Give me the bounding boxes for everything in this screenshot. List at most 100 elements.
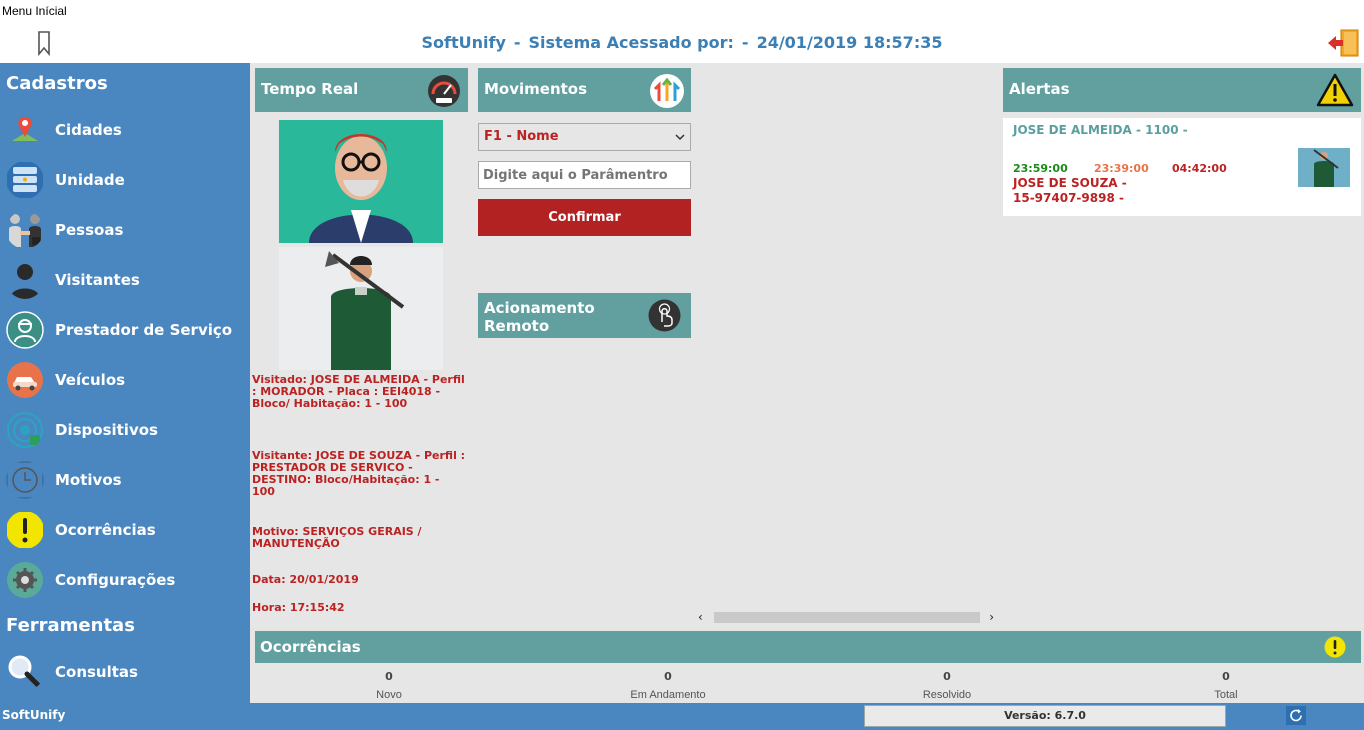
alert-time-red: 04:42:00 [1172,162,1227,175]
car-icon [7,362,43,398]
refresh-icon[interactable] [1286,706,1306,725]
sidebar-item-prestador[interactable]: Prestador de Serviço [6,309,246,351]
sidebar-item-motivos[interactable]: Motivos [6,459,246,501]
alertas-header: Alertas [1003,68,1361,112]
stat-value: 0 [664,670,672,683]
alert-icon [7,512,43,548]
movements-icon[interactable] [649,73,685,109]
sidebar-item-unidade[interactable]: Unidade [6,159,246,201]
sidebar-item-veiculos[interactable]: Veículos [6,359,246,401]
stat-novo: 0 Novo [309,670,469,701]
ocorrencias-header: Ocorrências [255,631,1361,663]
scrollbar-thumb[interactable] [714,612,980,623]
sidebar-item-label: Visitantes [55,271,140,289]
alertas-title: Alertas [1009,80,1070,98]
device-icon [7,412,43,448]
exit-icon[interactable] [1326,28,1360,58]
header-datetime: 24/01/2019 18:57:35 [756,33,943,52]
movimentos-header: Movimentos [478,68,691,112]
version-label: Versão: 6.7.0 [864,705,1226,727]
header-user: - [741,33,749,52]
sidebar-item-ocorrencias[interactable]: Ocorrências [6,509,246,551]
alert-visitor: JOSE DE SOUZA - 15-97407-9898 - [1013,176,1127,206]
tempo-real-header: Tempo Real [255,68,468,112]
building-icon [7,162,43,198]
stat-value: 0 [385,670,393,683]
alert-time-green: 23:59:00 [1013,162,1068,175]
alert-icon [1324,636,1346,658]
bookmark-icon[interactable] [36,30,52,56]
search-field-select[interactable]: F1 - Nome [478,123,691,151]
confirm-button[interactable]: Confirmar [478,199,691,236]
acionamento-title: Acionamento Remoto [484,299,595,335]
sidebar-item-label: Unidade [55,171,125,189]
visited-person-photo [279,120,443,243]
header-app-name: SoftUnify [421,33,506,52]
stat-resolvido: 0 Resolvido [867,670,1027,701]
sidebar-item-visitantes[interactable]: Visitantes [6,259,246,301]
gear-icon [7,562,43,598]
hora-info: Hora: 17:15:42 [252,601,345,614]
alert-name: JOSE DE ALMEIDA - 1100 - [1013,123,1188,137]
warning-icon [1316,73,1354,107]
alert-visitor-phone: 15-97407-9898 - [1013,191,1124,205]
acionamento-header: Acionamento Remoto [478,293,691,338]
stat-value: 0 [1222,670,1230,683]
window-title: Menu Inícial [2,4,67,18]
stat-total: 0 Total [1146,670,1306,701]
sidebar-item-label: Configurações [55,571,176,589]
status-app-name: SoftUnify [2,708,66,722]
map-pin-icon [7,112,43,148]
handshake-icon [9,214,41,247]
clock-icon [6,461,44,499]
stat-label: Total [1214,689,1238,701]
sidebar-item-label: Prestador de Serviço [55,321,233,339]
sidebar-item-label: Dispositivos [55,421,158,439]
ocorrencias-title: Ocorrências [260,638,361,656]
sidebar-item-cidades[interactable]: Cidades [6,109,246,151]
scroll-right-icon[interactable]: › [989,610,994,624]
stat-label: Em Andamento [630,689,706,701]
search-field-value: F1 - Nome [484,129,559,144]
header-title: SoftUnify - Sistema Acessado por: -24/01/20… [250,33,1114,52]
person-icon [10,264,40,299]
parameter-input[interactable] [478,161,691,189]
visitado-info: Visitado: JOSE DE ALMEIDA - Perfil : MOR… [252,373,465,410]
sidebar-item-label: Pessoas [55,221,124,239]
stat-label: Novo [376,689,402,701]
alert-visitor-photo [1298,148,1350,187]
worker-icon [6,311,44,349]
sidebar-heading-ferramentas: Ferramentas [6,615,135,636]
horizontal-scrollbar[interactable]: ‹ › [696,609,998,626]
sidebar-item-dispositivos[interactable]: Dispositivos [6,409,246,451]
sidebar: Cadastros Cidades Unidade Pessoas Visita… [0,63,250,703]
scroll-left-icon[interactable]: ‹ [698,610,703,624]
visitante-info: Visitante: JOSE DE SOUZA - Perfil : PRES… [252,449,466,498]
sidebar-item-configuracoes[interactable]: Configurações [6,559,246,601]
sidebar-item-label: Veículos [55,371,126,389]
sidebar-item-label: Motivos [55,471,122,489]
acionamento-title-line1: Acionamento [484,299,595,317]
speedometer-icon[interactable] [427,74,461,108]
visitor-person-photo [279,247,443,370]
sidebar-item-consultas[interactable]: Consultas [6,651,246,693]
main-area: Tempo Real Visitado: JOSE DE ALMEIDA - P… [250,63,1364,703]
touch-icon[interactable] [648,299,681,332]
sidebar-item-label: Ocorrências [55,521,156,539]
magnifier-icon [8,655,44,691]
header-access-text: Sistema Acessado por: [528,33,734,52]
tempo-real-title: Tempo Real [261,80,359,98]
sidebar-heading-cadastros: Cadastros [6,73,108,94]
alert-visitor-name: JOSE DE SOUZA - [1013,176,1127,190]
stat-value: 0 [943,670,951,683]
data-info: Data: 20/01/2019 [252,573,359,586]
stat-em-andamento: 0 Em Andamento [588,670,748,701]
sidebar-item-pessoas[interactable]: Pessoas [6,209,246,251]
alert-card[interactable]: JOSE DE ALMEIDA - 1100 - 23:59:00 23:39:… [1003,118,1361,216]
chevron-down-icon [675,134,685,141]
motivo-info: Motivo: SERVIÇOS GERAIS / MANUTENÇÃO [252,525,422,550]
acionamento-title-line2: Remoto [484,317,550,335]
alert-time-orange: 23:39:00 [1094,162,1149,175]
stat-label: Resolvido [922,689,972,701]
header-separator: - [513,33,521,52]
